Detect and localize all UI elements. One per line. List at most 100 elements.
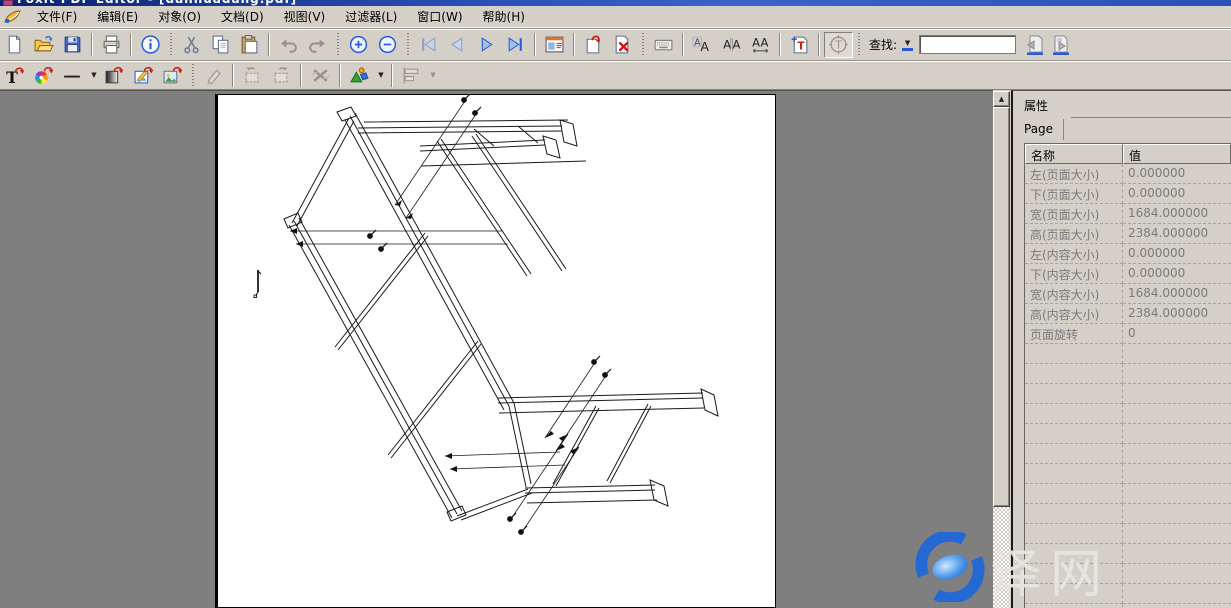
properties-table-header: 名称 值	[1025, 144, 1231, 164]
properties-panel-title: 属性	[1024, 97, 1048, 114]
char-spacing-button[interactable]: AA	[717, 32, 746, 58]
chevron-down-icon: ▼	[902, 39, 914, 47]
shapes-tool-button[interactable]	[345, 62, 374, 88]
first-page-button[interactable]	[414, 32, 443, 58]
paste-button[interactable]	[235, 32, 264, 58]
toolbar-gripper[interactable]	[642, 33, 644, 56]
new-document-button[interactable]	[0, 32, 29, 58]
table-row[interactable]: 下(内容大小)0.000000	[1025, 264, 1231, 284]
find-input[interactable]	[919, 35, 1016, 54]
delete-page-button[interactable]	[608, 32, 637, 58]
last-page-icon	[505, 34, 526, 55]
pdf-page[interactable]	[215, 94, 776, 608]
document-info-button[interactable]	[136, 32, 165, 58]
find-previous-button[interactable]	[1021, 32, 1048, 58]
rotate-right-tool-button[interactable]	[267, 62, 296, 88]
table-row[interactable]: 页面旋转0	[1025, 324, 1231, 344]
undo-button[interactable]	[274, 32, 303, 58]
zoom-out-button[interactable]	[373, 32, 402, 58]
menu-item-edit[interactable]: 编辑(E)	[87, 5, 148, 28]
menu-item-document[interactable]: 文档(D)	[211, 5, 274, 28]
menu-item-filter[interactable]: 过滤器(L)	[335, 5, 407, 28]
property-value[interactable]: 0.000000	[1123, 244, 1231, 264]
property-name: 左(页面大小)	[1025, 164, 1123, 184]
menu-bar: 文件(F) 编辑(E) 对象(O) 文档(D) 视图(V) 过滤器(L) 窗口(…	[0, 6, 1231, 28]
page-layout-icon	[544, 34, 565, 55]
delete-object-tool-button[interactable]	[306, 62, 335, 88]
find-dropdown-button[interactable]: ▼	[900, 39, 914, 51]
table-row[interactable]: 左(内容大小)0.000000	[1025, 244, 1231, 264]
print-button[interactable]	[97, 32, 126, 58]
char-spacing-icon: AA	[721, 34, 742, 55]
toolbar-object-tools: T ▼ ▼ ▼	[0, 60, 1231, 90]
cad-drawing	[218, 95, 775, 608]
table-row[interactable]: 宽(内容大小)1684.000000	[1025, 284, 1231, 304]
previous-page-button[interactable]	[443, 32, 472, 58]
table-row[interactable]: 宽(页面大小)1684.000000	[1025, 204, 1231, 224]
properties-table: 名称 值 左(页面大小)0.000000 下(页面大小)0.000000 宽(页…	[1024, 143, 1231, 608]
rotate-left-tool-button[interactable]	[238, 62, 267, 88]
scrollbar-thumb[interactable]	[993, 107, 1010, 507]
table-row[interactable]: 左(页面大小)0.000000	[1025, 164, 1231, 184]
find-next-button[interactable]	[1048, 32, 1075, 58]
toolbar-gripper[interactable]	[170, 33, 172, 56]
line-tool-dropdown[interactable]: ▼	[88, 71, 100, 79]
property-value[interactable]: 0.000000	[1123, 164, 1231, 184]
toolbar-gripper[interactable]	[337, 33, 339, 56]
text-tool-button[interactable]: T	[0, 62, 29, 88]
new-document-icon	[4, 34, 25, 55]
property-value[interactable]: 1684.000000	[1123, 284, 1231, 304]
last-page-button[interactable]	[501, 32, 530, 58]
property-value[interactable]: 2384.000000	[1123, 224, 1231, 244]
char-scale-button[interactable]: AA	[746, 32, 775, 58]
insert-image-button[interactable]	[158, 62, 187, 88]
pencil-tool-button[interactable]	[199, 62, 228, 88]
property-value[interactable]: 0	[1123, 324, 1231, 344]
menu-item-file[interactable]: 文件(F)	[27, 5, 87, 28]
property-value[interactable]: 1684.000000	[1123, 204, 1231, 224]
scroll-up-button[interactable]: ▲	[993, 91, 1010, 107]
toolbar-gripper[interactable]	[192, 64, 194, 87]
toolbar-gripper[interactable]	[407, 33, 409, 56]
table-row-empty	[1025, 404, 1231, 424]
table-row[interactable]: 下(页面大小)0.000000	[1025, 184, 1231, 204]
cut-button[interactable]	[177, 32, 206, 58]
add-text-button[interactable]: T	[785, 32, 814, 58]
toolbar-separator	[391, 64, 393, 87]
page-layout-button[interactable]	[540, 32, 569, 58]
line-tool-button[interactable]	[58, 62, 87, 88]
menu-item-object[interactable]: 对象(O)	[148, 5, 211, 28]
menu-item-window[interactable]: 窗口(W)	[407, 5, 472, 28]
next-page-button[interactable]	[472, 32, 501, 58]
font-properties-button[interactable]: AA	[688, 32, 717, 58]
property-value[interactable]: 2384.000000	[1123, 304, 1231, 324]
toolbar-gripper[interactable]	[858, 33, 860, 56]
table-row[interactable]: 高(页面大小)2384.000000	[1025, 224, 1231, 244]
svg-text:A: A	[752, 36, 760, 50]
insert-image-icon	[162, 65, 183, 86]
open-document-button[interactable]	[29, 32, 58, 58]
insert-page-button[interactable]	[579, 32, 608, 58]
virtual-keyboard-button[interactable]	[649, 32, 678, 58]
table-row[interactable]: 高(内容大小)2384.000000	[1025, 304, 1231, 324]
property-name: 下(内容大小)	[1025, 264, 1123, 284]
shading-tool-button[interactable]	[100, 62, 129, 88]
redo-button[interactable]	[303, 32, 332, 58]
shapes-dropdown[interactable]: ▼	[375, 71, 387, 79]
align-dropdown[interactable]: ▼	[427, 71, 439, 79]
menu-item-help[interactable]: 帮助(H)	[473, 5, 535, 28]
property-value[interactable]: 0.000000	[1123, 184, 1231, 204]
tab-page[interactable]: Page	[1024, 119, 1064, 140]
color-tool-button[interactable]	[29, 62, 58, 88]
font-properties-icon: AA	[692, 34, 713, 55]
zoom-in-button[interactable]	[344, 32, 373, 58]
copy-button[interactable]	[206, 32, 235, 58]
menu-item-view[interactable]: 视图(V)	[274, 5, 336, 28]
align-tool-button[interactable]	[397, 62, 426, 88]
save-button[interactable]	[58, 32, 87, 58]
text-cursor-mode-button[interactable]: T	[824, 32, 853, 58]
table-row-empty	[1025, 544, 1231, 564]
vertical-scrollbar[interactable]: ▲	[993, 91, 1010, 608]
property-value[interactable]: 0.000000	[1123, 264, 1231, 284]
edit-image-button[interactable]	[129, 62, 158, 88]
